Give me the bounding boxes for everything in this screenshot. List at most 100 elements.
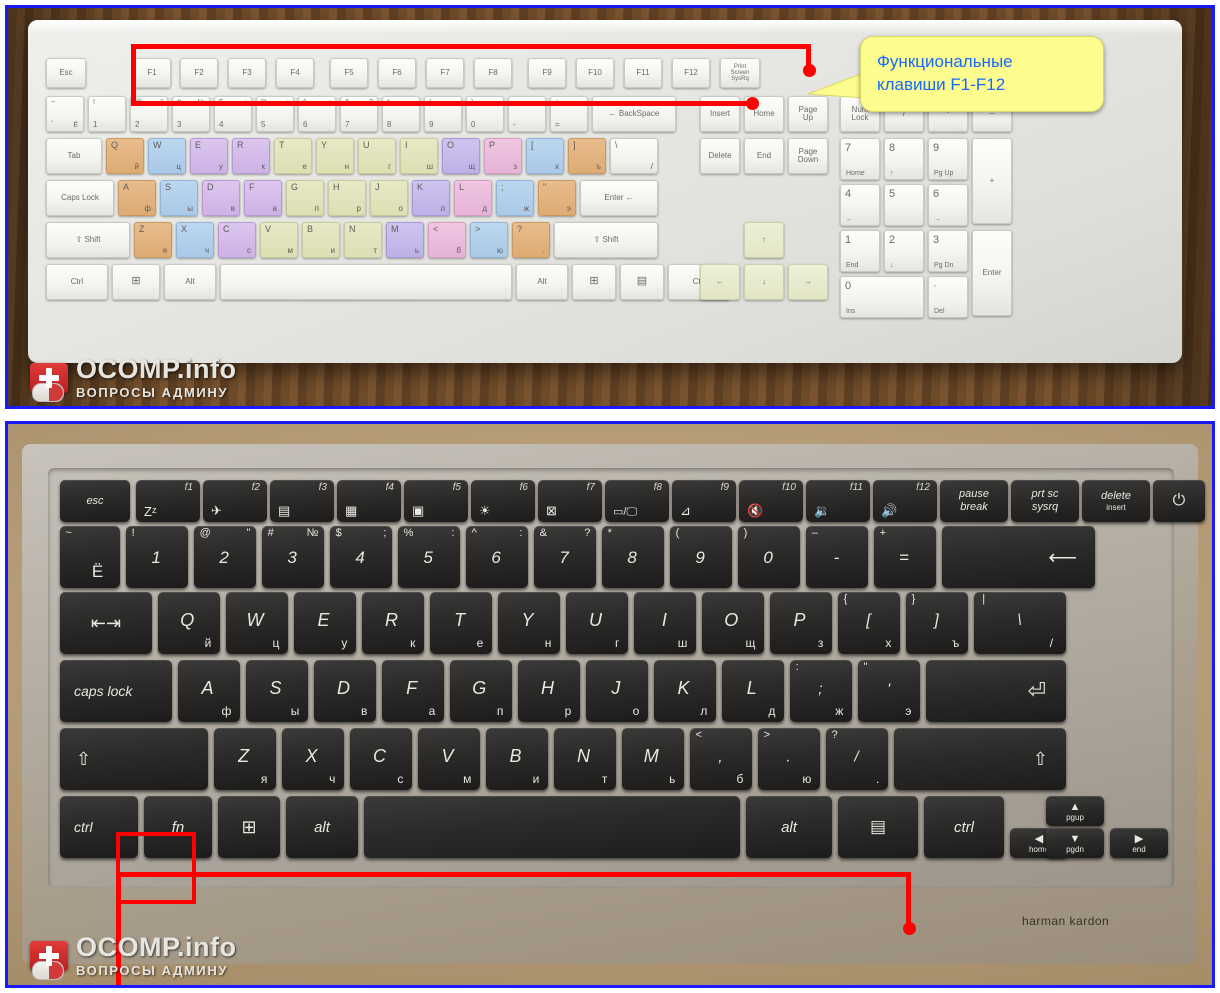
key-f2[interactable]: f2 ✈	[203, 480, 267, 522]
key-s[interactable]: Sы	[160, 180, 198, 216]
key-c[interactable]: Cс	[350, 728, 412, 790]
key-quote[interactable]: " э	[538, 180, 576, 216]
key-l[interactable]: Lд	[722, 660, 784, 722]
key-numpad-3[interactable]: 3 Pg Dn	[928, 230, 968, 272]
key-tab[interactable]: ⇤⇥	[60, 592, 152, 654]
key-quote[interactable]: " ' э	[858, 660, 920, 722]
key-arrow-left[interactable]: ←	[700, 264, 740, 300]
key-minus[interactable]: – -	[806, 526, 868, 588]
key-f1[interactable]: f1 Zᶻ	[136, 480, 200, 522]
power-button[interactable]: ⏻	[1153, 480, 1205, 522]
key-1[interactable]: ! 1	[88, 96, 126, 132]
key-f12[interactable]: f12 🔊	[873, 480, 937, 522]
key-7[interactable]: &? 7	[534, 526, 596, 588]
key-u[interactable]: Uг	[358, 138, 396, 174]
key-comma[interactable]: <, б	[690, 728, 752, 790]
key-numpad-4[interactable]: 4 ←	[840, 184, 880, 226]
key-w[interactable]: Wц	[226, 592, 288, 654]
key-shift-left[interactable]: ⇧ Shift	[46, 222, 130, 258]
key-q[interactable]: Qй	[158, 592, 220, 654]
key-m[interactable]: Mь	[622, 728, 684, 790]
key-f11[interactable]: F11	[624, 58, 662, 88]
key-end[interactable]: End	[744, 138, 784, 174]
key-z[interactable]: Zя	[214, 728, 276, 790]
key-windows[interactable]: ⊞	[218, 796, 280, 858]
key-ctrl-left[interactable]: Ctrl	[46, 264, 108, 300]
key-l[interactable]: Lд	[454, 180, 492, 216]
key-y[interactable]: Yн	[498, 592, 560, 654]
key-menu[interactable]: ▤	[838, 796, 918, 858]
key-caps-lock[interactable]: Caps Lock	[46, 180, 114, 216]
key-x[interactable]: Xч	[282, 728, 344, 790]
key-j[interactable]: Jо	[586, 660, 648, 722]
key-n[interactable]: Nт	[554, 728, 616, 790]
key-b[interactable]: Bи	[486, 728, 548, 790]
key-bracket-right[interactable]: ] ъ	[568, 138, 606, 174]
key-f10[interactable]: f10 🔇	[739, 480, 803, 522]
key-k[interactable]: Kл	[412, 180, 450, 216]
key-f10[interactable]: F10	[576, 58, 614, 88]
key-r[interactable]: Rк	[232, 138, 270, 174]
key-g[interactable]: Gп	[286, 180, 324, 216]
key-9[interactable]: (9	[670, 526, 732, 588]
key-f5[interactable]: F5	[330, 58, 368, 88]
key-equals[interactable]: + =	[874, 526, 936, 588]
key-f9[interactable]: f9 ⊿	[672, 480, 736, 522]
key-pause-break[interactable]: pause break	[940, 480, 1008, 522]
key-i[interactable]: Iш	[634, 592, 696, 654]
key-backslash[interactable]: | \ /	[974, 592, 1066, 654]
key-numpad-8[interactable]: 8 ↑	[884, 138, 924, 180]
key-bracket-left[interactable]: [х	[526, 138, 564, 174]
key-d[interactable]: Dв	[202, 180, 240, 216]
key-r[interactable]: Rк	[362, 592, 424, 654]
key-f7[interactable]: F7	[426, 58, 464, 88]
key-semicolon[interactable]: ; ж	[496, 180, 534, 216]
key-numpad-0[interactable]: 0 Ins	[840, 276, 924, 318]
key-arrow-down[interactable]: ↓	[744, 264, 784, 300]
key-4[interactable]: $; 4	[330, 526, 392, 588]
key-v[interactable]: Vм	[260, 222, 298, 258]
key-tilde-yo[interactable]: ~ ` Ё	[46, 96, 84, 132]
key-enter[interactable]: ⏎	[926, 660, 1066, 722]
key-numpad-2[interactable]: 2 ↓	[884, 230, 924, 272]
key-windows-left[interactable]: ⊞	[112, 264, 160, 300]
key-backspace[interactable]: ⟵	[942, 526, 1095, 588]
key-s[interactable]: Sы	[246, 660, 308, 722]
key-delete[interactable]: Delete	[700, 138, 740, 174]
key-numpad-7[interactable]: 7 Home	[840, 138, 880, 180]
key-ctrl-right[interactable]: ctrl	[924, 796, 1004, 858]
key-f5[interactable]: f5 ▣	[404, 480, 468, 522]
key-arrow-right[interactable]: →	[788, 264, 828, 300]
key-numpad-1[interactable]: 1 End	[840, 230, 880, 272]
key-f3[interactable]: f3 ▤	[270, 480, 334, 522]
key-alt-left[interactable]: Alt	[164, 264, 216, 300]
key-f[interactable]: Fа	[244, 180, 282, 216]
key-backslash[interactable]: \ /	[610, 138, 658, 174]
key-f8[interactable]: F8	[474, 58, 512, 88]
key-j[interactable]: Jо	[370, 180, 408, 216]
key-shift-left[interactable]: ⇧	[60, 728, 208, 790]
key-esc[interactable]: esc	[60, 480, 130, 522]
key-alt-left[interactable]: alt	[286, 796, 358, 858]
key-arrow-up[interactable]: ↑	[744, 222, 784, 258]
key-i[interactable]: Iш	[400, 138, 438, 174]
key-arrow-right[interactable]: ▶ end	[1110, 828, 1168, 858]
key-0[interactable]: ) 0	[738, 526, 800, 588]
key-v[interactable]: Vм	[418, 728, 480, 790]
key-prtsc-sysrq[interactable]: prt sc sysrq	[1011, 480, 1079, 522]
key-k[interactable]: Kл	[654, 660, 716, 722]
key-p[interactable]: Pз	[770, 592, 832, 654]
key-numpad-9[interactable]: 9 Pg Up	[928, 138, 968, 180]
key-6[interactable]: ^:6	[466, 526, 528, 588]
key-tilde-yo[interactable]: ~ Ё	[60, 526, 120, 588]
key-period[interactable]: > ю	[470, 222, 508, 258]
key-space[interactable]	[364, 796, 740, 858]
key-a[interactable]: Aф	[118, 180, 156, 216]
key-f6[interactable]: F6	[378, 58, 416, 88]
key-windows-right[interactable]: ⊞	[572, 264, 616, 300]
key-e[interactable]: Eу	[294, 592, 356, 654]
key-w[interactable]: Wц	[148, 138, 186, 174]
key-o[interactable]: Oщ	[442, 138, 480, 174]
key-p[interactable]: Pз	[484, 138, 522, 174]
key-tab[interactable]: Tab	[46, 138, 102, 174]
